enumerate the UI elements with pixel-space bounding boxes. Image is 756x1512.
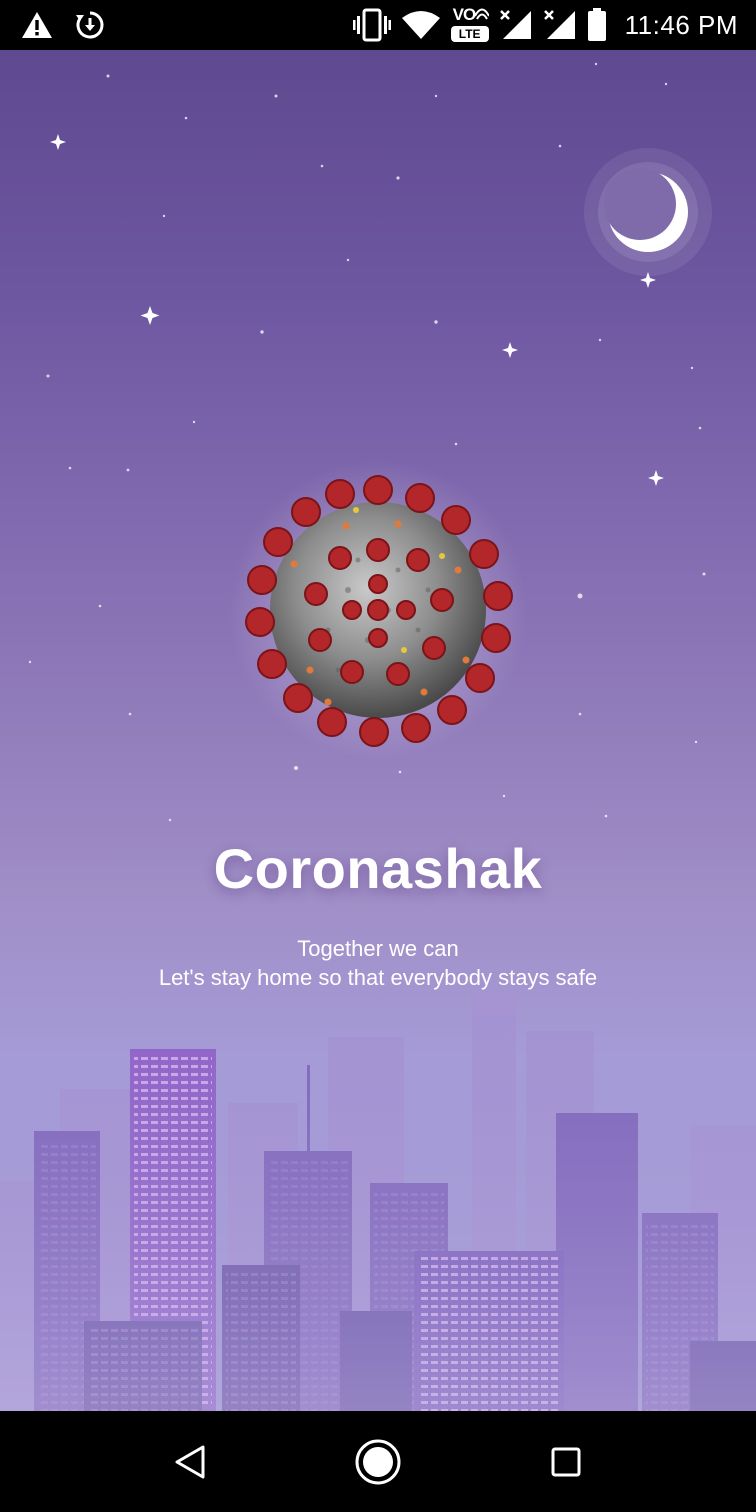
splash-screen: Coronashak Together we can Let's stay ho… [0, 50, 756, 1411]
navigation-bar [0, 1411, 756, 1512]
recents-button[interactable] [541, 1439, 591, 1485]
volte-icon: VO LTE [450, 5, 489, 43]
signal-icon [499, 10, 531, 39]
back-icon [175, 1445, 205, 1479]
sync-icon [76, 11, 104, 39]
app-title: Coronashak [213, 837, 543, 900]
coronavirus-illustration [228, 460, 528, 760]
back-button[interactable] [165, 1439, 215, 1485]
volte-label: VO [452, 5, 477, 24]
signal-icon [543, 10, 575, 39]
status-bar: VO LTE 11:46 PM [0, 0, 756, 50]
tagline: Together we can Let's stay home so that … [0, 934, 756, 992]
status-time: 11:46 PM [624, 9, 738, 40]
lte-badge: LTE [450, 26, 489, 42]
tagline-line-1: Together we can [297, 936, 459, 961]
battery-icon [587, 8, 606, 41]
home-button[interactable] [353, 1439, 403, 1485]
city-skyline [0, 991, 756, 1411]
vibrate-icon [352, 8, 391, 42]
tagline-line-2: Let's stay home so that everybody stays … [158, 965, 598, 990]
warning-icon [22, 12, 52, 38]
home-icon [355, 1439, 401, 1485]
recents-icon [551, 1447, 581, 1477]
moon-icon [584, 148, 712, 276]
wifi-icon [401, 11, 440, 39]
